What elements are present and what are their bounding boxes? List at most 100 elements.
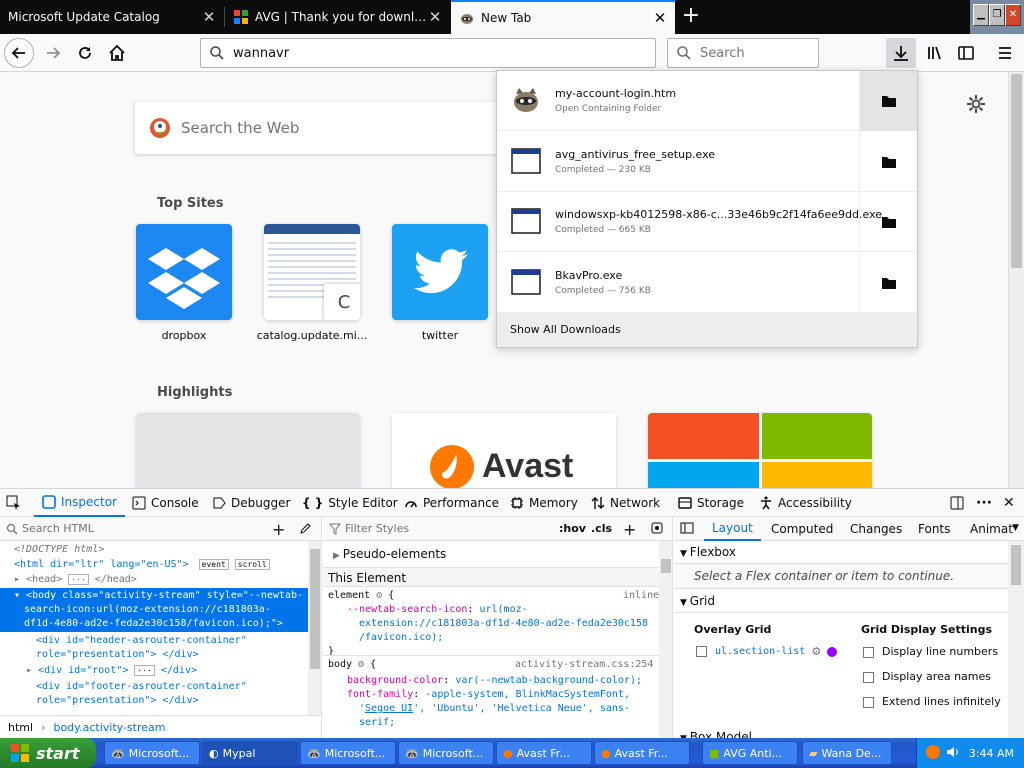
header-div-node[interactable]: <div id="header-asrouter-container" — [36, 634, 247, 648]
tab-computed[interactable]: Computed — [771, 522, 833, 536]
print-simulation-icon[interactable] — [651, 522, 663, 534]
toggle-pane-icon[interactable] — [680, 522, 694, 534]
stylesheet-link[interactable]: activity-stream.css:254 — [515, 658, 653, 672]
home-icon[interactable] — [102, 38, 132, 68]
markup-scrollbar[interactable] — [308, 541, 321, 715]
breadcrumb-body[interactable]: body.activity-stream — [53, 721, 165, 734]
folder-icon[interactable] — [859, 192, 917, 252]
taskbar-item[interactable]: ◐ Mypal — [202, 741, 298, 765]
pseudo-elements-header[interactable]: ▶ Pseudo-elements — [333, 547, 446, 561]
window-close-icon[interactable]: ✕ — [1005, 4, 1021, 26]
taskbar-item[interactable]: ■ AVG Anti... — [702, 741, 798, 765]
taskbar-item[interactable]: ● Avast Fr... — [496, 741, 592, 765]
minimize-icon[interactable]: ▁ — [973, 4, 989, 26]
tab-accessibility[interactable]: Accessibility — [759, 489, 852, 517]
chevron-down-icon[interactable]: ▼ — [1012, 523, 1019, 533]
tab-storage[interactable]: Storage — [678, 489, 744, 517]
markup-scroll-thumb[interactable] — [310, 549, 320, 669]
clock[interactable]: 3:44 AM — [969, 747, 1014, 760]
html-node[interactable]: <html dir="ltr" lang="en-US"> event scro… — [14, 558, 270, 572]
taskbar-item[interactable]: ▰ Wana De... — [802, 741, 892, 765]
footer-div-node[interactable]: <div id="footer-asrouter-container" — [36, 680, 247, 694]
layout-scrollbar[interactable] — [1008, 541, 1024, 739]
tab-console[interactable]: Console — [132, 489, 199, 517]
setting-line-numbers[interactable]: Display line numbers — [863, 645, 998, 658]
speaker-icon[interactable] — [945, 744, 961, 760]
css-value[interactable]: -apple-system, BlinkMacSystemFont, — [425, 689, 630, 700]
url-bar[interactable]: wannavr — [200, 38, 656, 68]
taskbar-item[interactable]: 🦝 Microsoft... — [300, 741, 396, 765]
highlight-card[interactable] — [136, 413, 360, 488]
tab-debugger[interactable]: Debugger — [212, 489, 290, 517]
taskbar-item[interactable]: ● Avast Fr... — [594, 741, 690, 765]
hover-toggle[interactable]: :hov — [559, 522, 586, 535]
downloads-arrow-icon[interactable] — [886, 38, 916, 68]
collapsed-badge[interactable]: ··· — [68, 574, 89, 585]
setting-area-names[interactable]: Display area names — [863, 670, 991, 683]
download-item[interactable]: BkavPro.exe Completed — 756 KB — [497, 253, 917, 313]
download-item[interactable]: my-account-login.htm Open Containing Fol… — [497, 71, 917, 131]
gear-icon[interactable] — [966, 94, 986, 114]
layout-scroll-thumb[interactable] — [1011, 545, 1021, 585]
folder-icon[interactable] — [859, 71, 917, 131]
close-tab-icon[interactable]: ✕ — [653, 11, 667, 26]
tab-network[interactable]: Network — [591, 489, 660, 517]
tab-memory[interactable]: Memory — [510, 489, 578, 517]
grid-overlay-checkbox[interactable] — [696, 646, 707, 657]
tab-fonts[interactable]: Fonts — [918, 522, 950, 536]
setting-extend-lines[interactable]: Extend lines infinitely — [863, 695, 1001, 708]
eyedropper-icon[interactable] — [300, 522, 312, 534]
top-site-dropbox[interactable] — [136, 224, 232, 320]
show-all-downloads-button[interactable]: Show All Downloads — [497, 313, 917, 347]
page-scroll-thumb[interactable] — [1011, 74, 1022, 268]
checkbox[interactable] — [863, 671, 874, 683]
new-tab-plus-icon[interactable]: + — [680, 5, 702, 28]
add-node-icon[interactable]: + — [272, 520, 285, 539]
class-toggle[interactable]: .cls — [591, 522, 612, 535]
sidebar-icon[interactable] — [951, 38, 981, 68]
css-property[interactable]: font-family — [347, 689, 413, 700]
flexbox-section-header[interactable]: ▼ Flexbox — [680, 545, 736, 559]
close-tab-icon[interactable]: ✕ — [428, 10, 442, 25]
font-name[interactable]: Segoe UI — [365, 703, 413, 714]
search-bar[interactable]: Search — [667, 38, 819, 68]
rules-scrollbar[interactable] — [659, 541, 672, 739]
folder-icon[interactable] — [859, 253, 917, 313]
grid-section-header[interactable]: ▼ Grid — [680, 594, 715, 608]
gear-icon[interactable]: ⚙ — [376, 590, 382, 601]
dock-mode-icon[interactable] — [950, 489, 964, 517]
search-html-input[interactable]: Search HTML — [22, 522, 94, 535]
back-arrow-icon[interactable] — [4, 38, 34, 68]
grid-color-swatch[interactable] — [827, 646, 838, 657]
event-badge[interactable]: event — [198, 559, 229, 570]
highlight-card-microsoft[interactable] — [648, 413, 872, 488]
doctype-node[interactable]: <!DOCTYPE html> — [14, 543, 104, 557]
root-div-node[interactable]: ▸ <div id="root"> ··· </div> — [26, 664, 197, 678]
tab-new-tab[interactable]: New Tab ✕ — [451, 0, 675, 34]
add-rule-icon[interactable]: + — [623, 520, 636, 539]
filter-styles-input[interactable]: Filter Styles — [345, 522, 409, 535]
grid-overlay-item[interactable]: ul.section-list ⚙ — [696, 645, 838, 658]
close-tab-icon[interactable]: ✕ — [202, 10, 216, 25]
more-options-icon[interactable]: ··· — [976, 489, 992, 517]
url-input[interactable]: wannavr — [233, 46, 289, 61]
tab-performance[interactable]: Performance — [404, 489, 499, 517]
taskbar-item[interactable]: 🦝 Microsoft... — [104, 741, 200, 765]
rules-scroll-thumb[interactable] — [661, 559, 671, 573]
top-site-catalog[interactable]: C — [264, 224, 360, 320]
css-value[interactable]: var(--newtab-background-color); — [455, 675, 642, 686]
folder-icon[interactable] — [859, 132, 917, 192]
target-icon[interactable]: ⚙ — [811, 645, 821, 658]
gear-icon[interactable]: ⚙ — [358, 659, 364, 670]
download-item[interactable]: avg_antivirus_free_setup.exe Completed —… — [497, 132, 917, 192]
collapsed-badge[interactable]: ··· — [134, 665, 155, 676]
head-node[interactable]: ▸ <head> ··· </head> — [14, 573, 137, 587]
breadcrumb-html[interactable]: html — [8, 721, 33, 734]
tab-changes[interactable]: Changes — [850, 522, 902, 536]
pick-element-icon[interactable] — [6, 489, 22, 517]
library-icon[interactable] — [920, 38, 950, 68]
download-item[interactable]: windowsxp-kb4012598-x86-c...33e46b9c2f14… — [497, 192, 917, 252]
top-site-twitter[interactable] — [392, 224, 488, 320]
forward-arrow-icon[interactable] — [38, 38, 68, 68]
tab-avg[interactable]: AVG | Thank you for downloading ✕ — [225, 0, 450, 34]
